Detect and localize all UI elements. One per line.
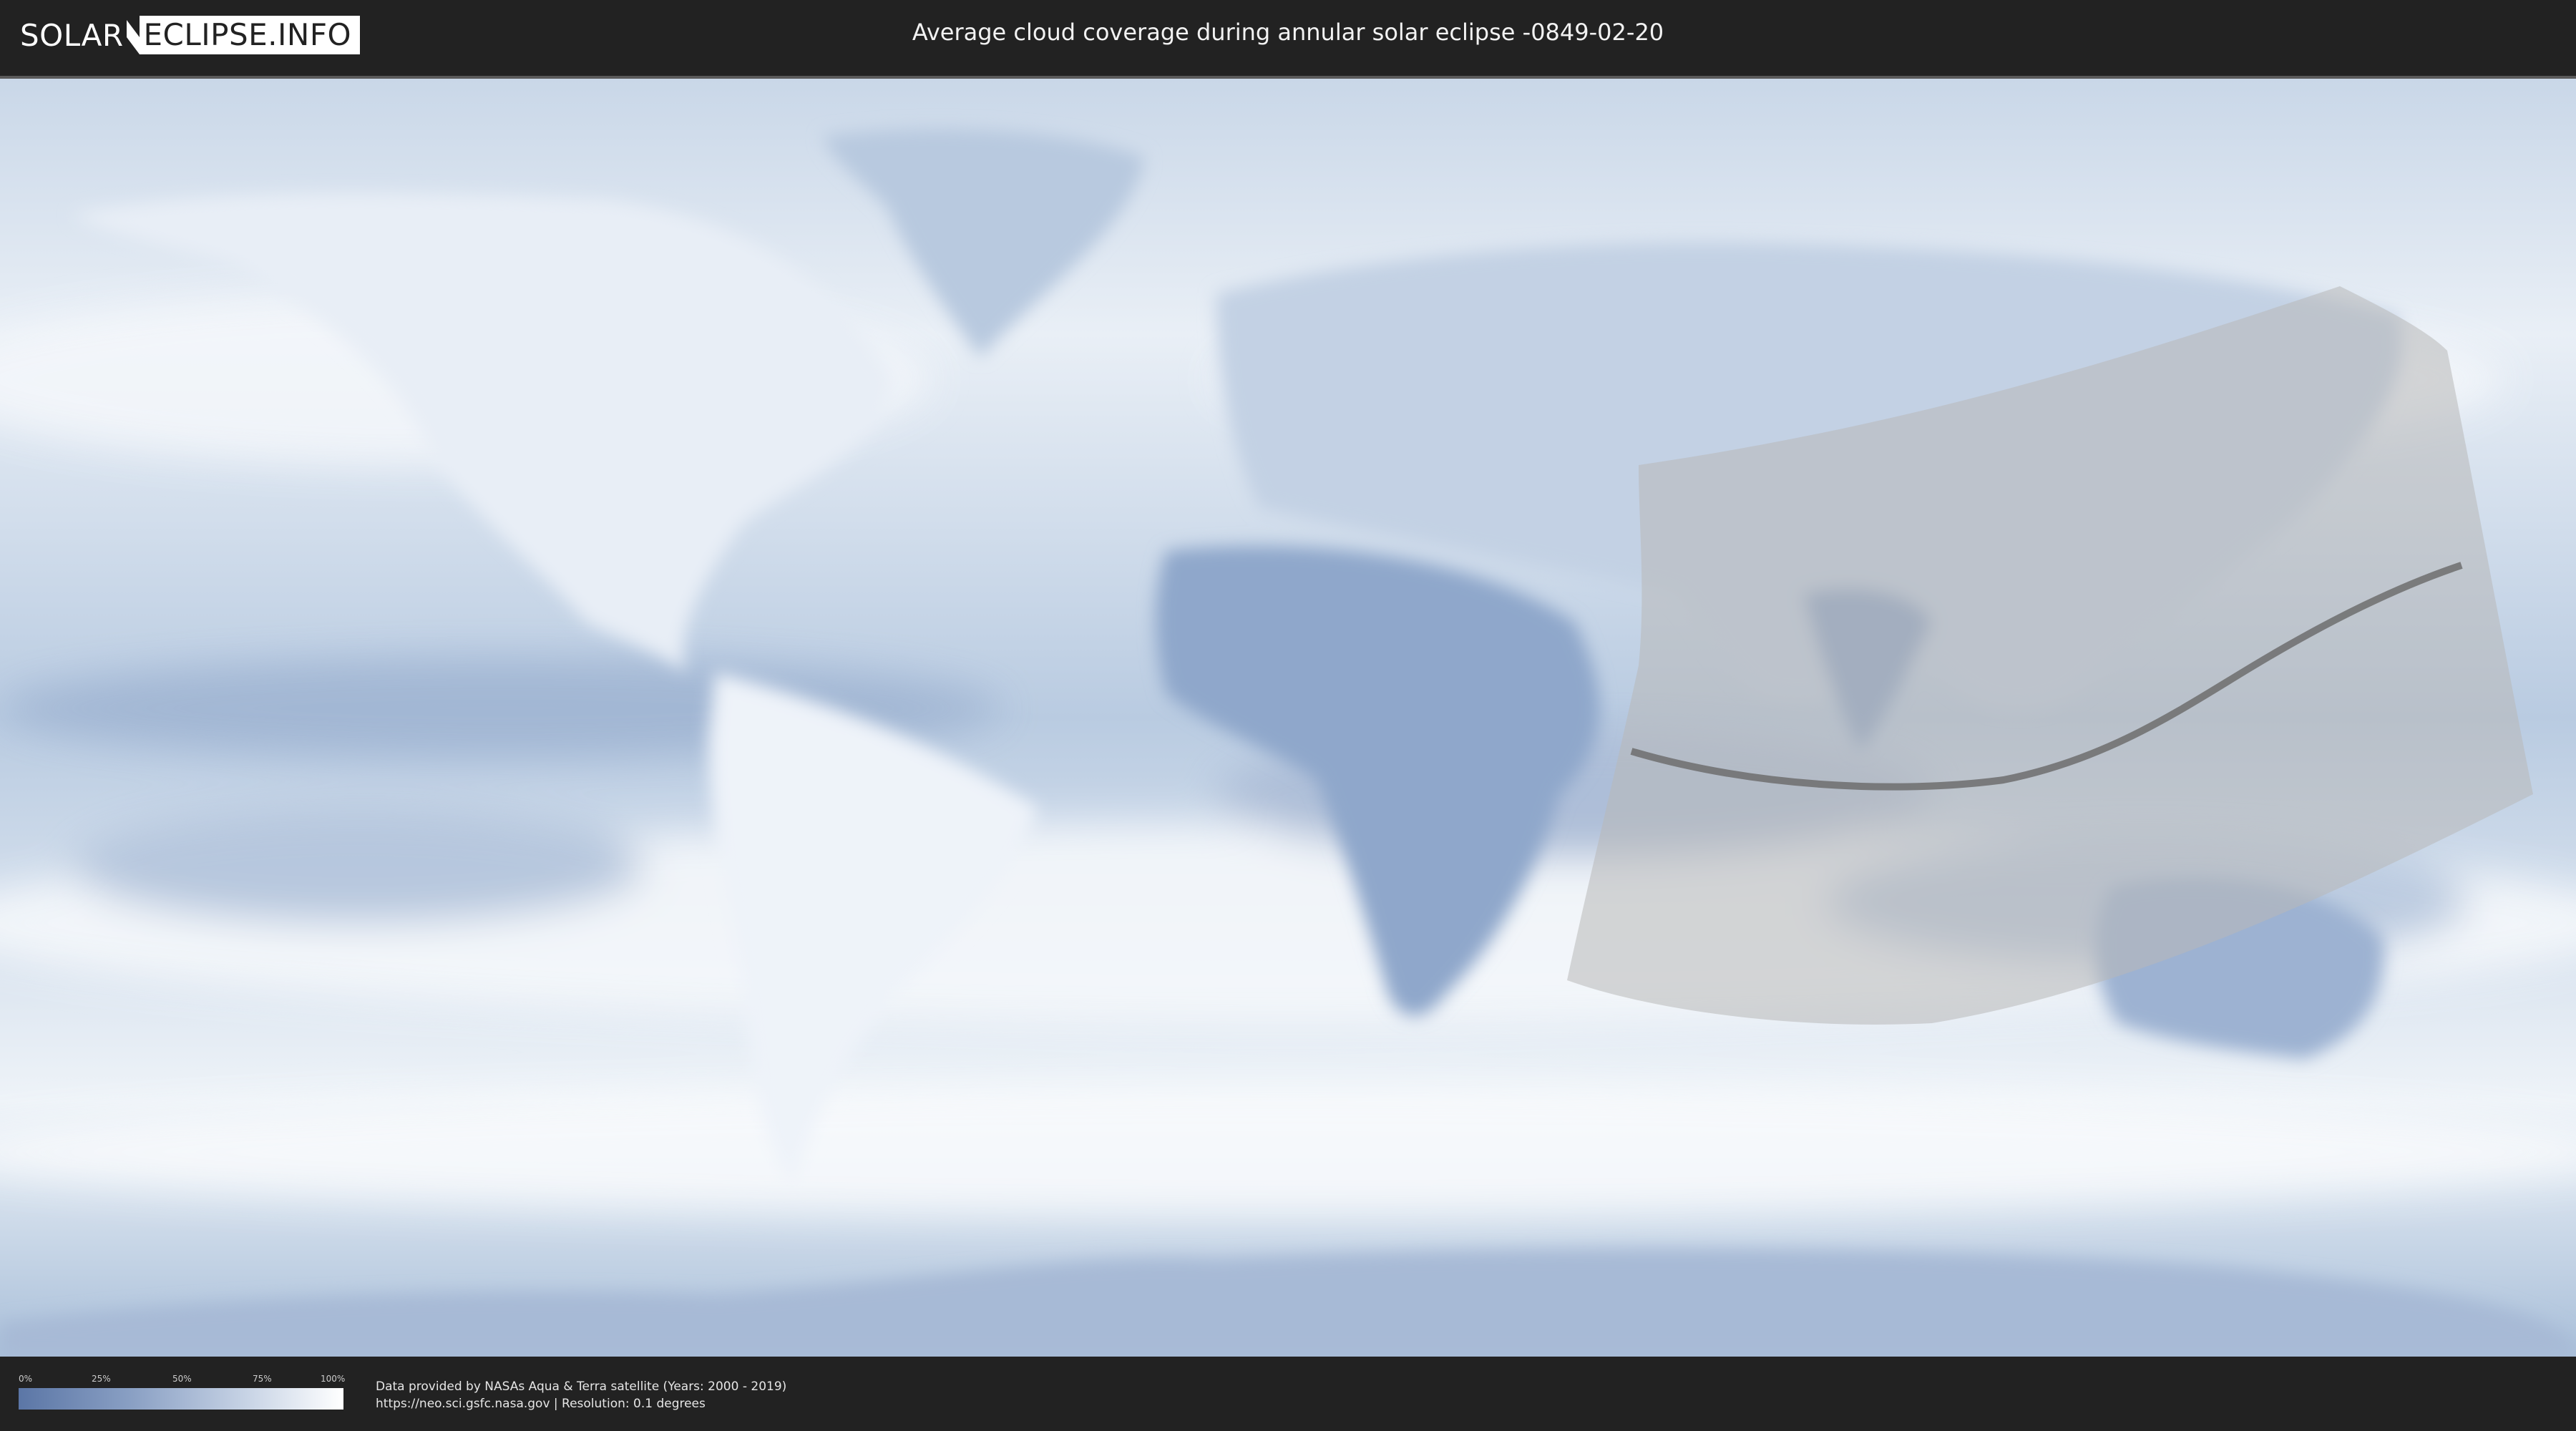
legend-gradient-bar xyxy=(19,1388,343,1410)
page-title: Average cloud coverage during annular so… xyxy=(912,19,1664,46)
cloud-coverage-legend: 0% 25% 50% 75% 100% xyxy=(19,1374,346,1411)
legend-tick-0: 0% xyxy=(19,1374,33,1384)
legend-tick-75: 75% xyxy=(253,1374,272,1384)
credits-line-1: Data provided by NASAs Aqua & Terra sate… xyxy=(376,1379,787,1394)
credits-line-2: https://neo.sci.gsfc.nasa.gov | Resoluti… xyxy=(376,1397,706,1411)
world-map[interactable] xyxy=(0,76,2576,1357)
legend-tick-25: 25% xyxy=(92,1374,111,1384)
footer-bar: 0% 25% 50% 75% 100% Data provided by NAS… xyxy=(0,1357,2576,1431)
data-credits: Data provided by NASAs Aqua & Terra sate… xyxy=(376,1378,786,1412)
map-canvas xyxy=(0,79,2576,1357)
legend-ticks: 0% 25% 50% 75% 100% xyxy=(19,1374,346,1385)
legend-tick-100: 100% xyxy=(321,1374,346,1384)
header-bar: SOLAR ECLIPSE.INFO Average cloud coverag… xyxy=(0,0,2576,72)
legend-tick-50: 50% xyxy=(172,1374,192,1384)
